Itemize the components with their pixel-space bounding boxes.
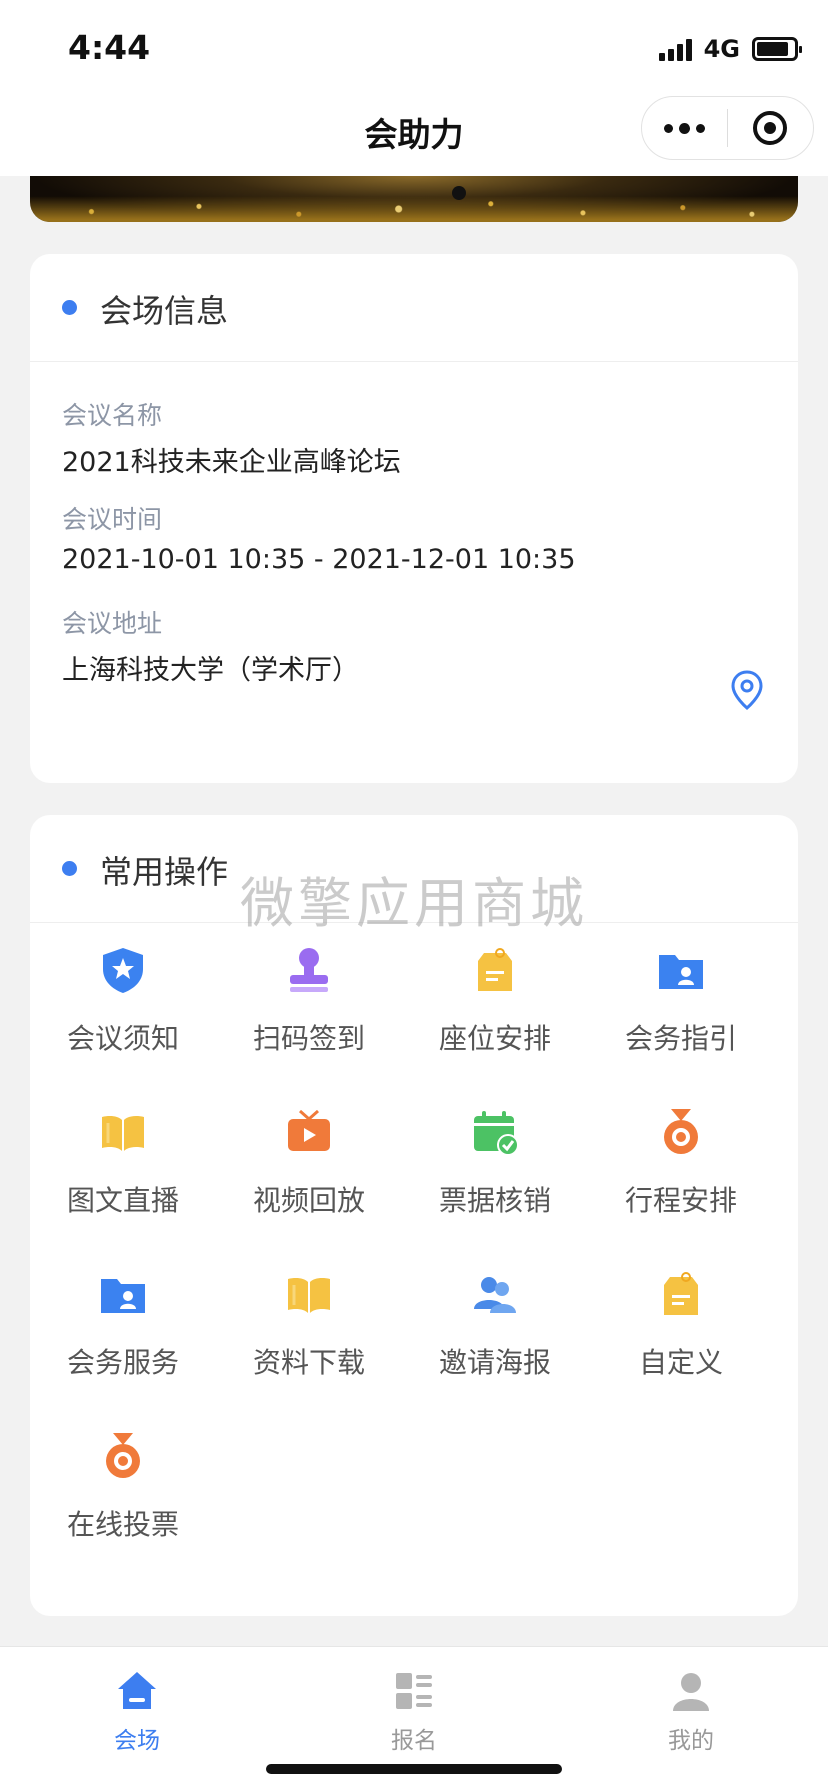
op-label: 座位安排 (438, 1022, 551, 1055)
tag-icon (664, 1272, 698, 1315)
op-text-live[interactable]: 图文直播 (30, 1085, 216, 1235)
tab-register[interactable]: 报名 (354, 1661, 474, 1754)
tab-venue[interactable]: 会场 (77, 1661, 197, 1754)
op-custom[interactable]: 自定义 (588, 1247, 774, 1397)
meeting-time-value: 2021-10-01 10:35 - 2021-12-01 10:35 (62, 544, 576, 575)
tab-label: 我的 (668, 1728, 714, 1754)
meeting-name-value: 2021科技未来企业高峰论坛 (62, 447, 401, 478)
op-video-replay[interactable]: 视频回放 (216, 1085, 402, 1235)
network-type: 4G (703, 35, 740, 63)
meeting-name-label: 会议名称 (62, 401, 163, 430)
battery-icon (752, 37, 802, 61)
common-ops-card: 常用操作 微擎应用商城 会议须知 扫码签到 座位安排 会务指引 图文直播 视频回… (30, 815, 798, 1616)
status-indicators: 4G (658, 34, 802, 64)
book-icon (288, 1278, 330, 1313)
header-dot (62, 300, 77, 315)
op-meeting-notice[interactable]: 会议须知 (30, 923, 216, 1073)
status-time: 4:44 (68, 28, 151, 67)
header-dot (62, 861, 77, 876)
banner-indicator (452, 186, 466, 200)
status-bar: 4:44 4G (0, 0, 828, 96)
venue-info-title: 会场信息 (100, 292, 229, 330)
book-icon (102, 1116, 144, 1151)
more-dots-icon (664, 123, 673, 133)
tab-mine[interactable]: 我的 (631, 1661, 751, 1754)
home-icon (118, 1672, 156, 1709)
op-label: 视频回放 (252, 1184, 365, 1217)
op-seat-arrangement[interactable]: 座位安排 (402, 923, 588, 1073)
tab-label: 报名 (391, 1728, 437, 1754)
person-icon (673, 1673, 709, 1711)
nav-bar: 会助力 (0, 96, 828, 176)
common-ops-header: 常用操作 微擎应用商城 (30, 815, 798, 935)
op-material-download[interactable]: 资料下载 (216, 1247, 402, 1397)
op-label: 邀请海报 (438, 1346, 551, 1379)
folder-user-icon (659, 955, 703, 989)
op-label: 资料下载 (252, 1346, 365, 1379)
op-online-vote[interactable]: 在线投票 (30, 1409, 216, 1559)
op-label: 票据核销 (438, 1184, 551, 1217)
op-meeting-service[interactable]: 会务服务 (30, 1247, 216, 1397)
shield-star-icon (103, 948, 143, 993)
op-label: 会务指引 (624, 1022, 737, 1055)
op-label: 在线投票 (66, 1508, 179, 1541)
tag-icon (478, 948, 512, 991)
location-pin-icon[interactable] (730, 670, 764, 710)
medal-icon (106, 1433, 140, 1478)
tab-label: 会场 (114, 1728, 160, 1754)
miniprogram-capsule (641, 96, 814, 160)
stamp-icon (290, 948, 328, 992)
more-button[interactable] (642, 97, 727, 159)
tv-play-icon (288, 1109, 330, 1151)
op-label: 自定义 (638, 1346, 723, 1379)
venue-info-header: 会场信息 (30, 254, 798, 362)
meeting-address-value: 上海科技大学（学术厅） (62, 655, 359, 686)
meeting-time-label: 会议时间 (62, 505, 163, 534)
op-label: 会务服务 (66, 1346, 179, 1379)
op-invite-poster[interactable]: 邀请海报 (402, 1247, 588, 1397)
op-label: 图文直播 (66, 1184, 179, 1217)
users-icon (474, 1277, 516, 1313)
op-ticket-verify[interactable]: 票据核销 (402, 1085, 588, 1235)
banner-image[interactable] (30, 176, 798, 222)
op-label: 会议须知 (66, 1022, 179, 1055)
op-label: 扫码签到 (252, 1022, 365, 1055)
meeting-address-label: 会议地址 (62, 609, 163, 638)
op-meeting-guide[interactable]: 会务指引 (588, 923, 774, 1073)
venue-info-card: 会场信息 会议名称 2021科技未来企业高峰论坛 会议时间 2021-10-01… (30, 254, 798, 783)
calendar-check-icon (474, 1111, 519, 1156)
op-scan-checkin[interactable]: 扫码签到 (216, 923, 402, 1073)
common-ops-title: 常用操作 (100, 853, 229, 891)
medal-icon (664, 1109, 698, 1154)
folder-user-icon (101, 1279, 145, 1313)
close-miniprogram-button[interactable] (728, 97, 813, 159)
op-itinerary[interactable]: 行程安排 (588, 1085, 774, 1235)
home-indicator[interactable] (266, 1764, 562, 1774)
grid-list-icon (396, 1673, 432, 1709)
op-label: 行程安排 (624, 1184, 737, 1217)
signal-icon (658, 37, 692, 61)
target-icon (753, 111, 788, 145)
